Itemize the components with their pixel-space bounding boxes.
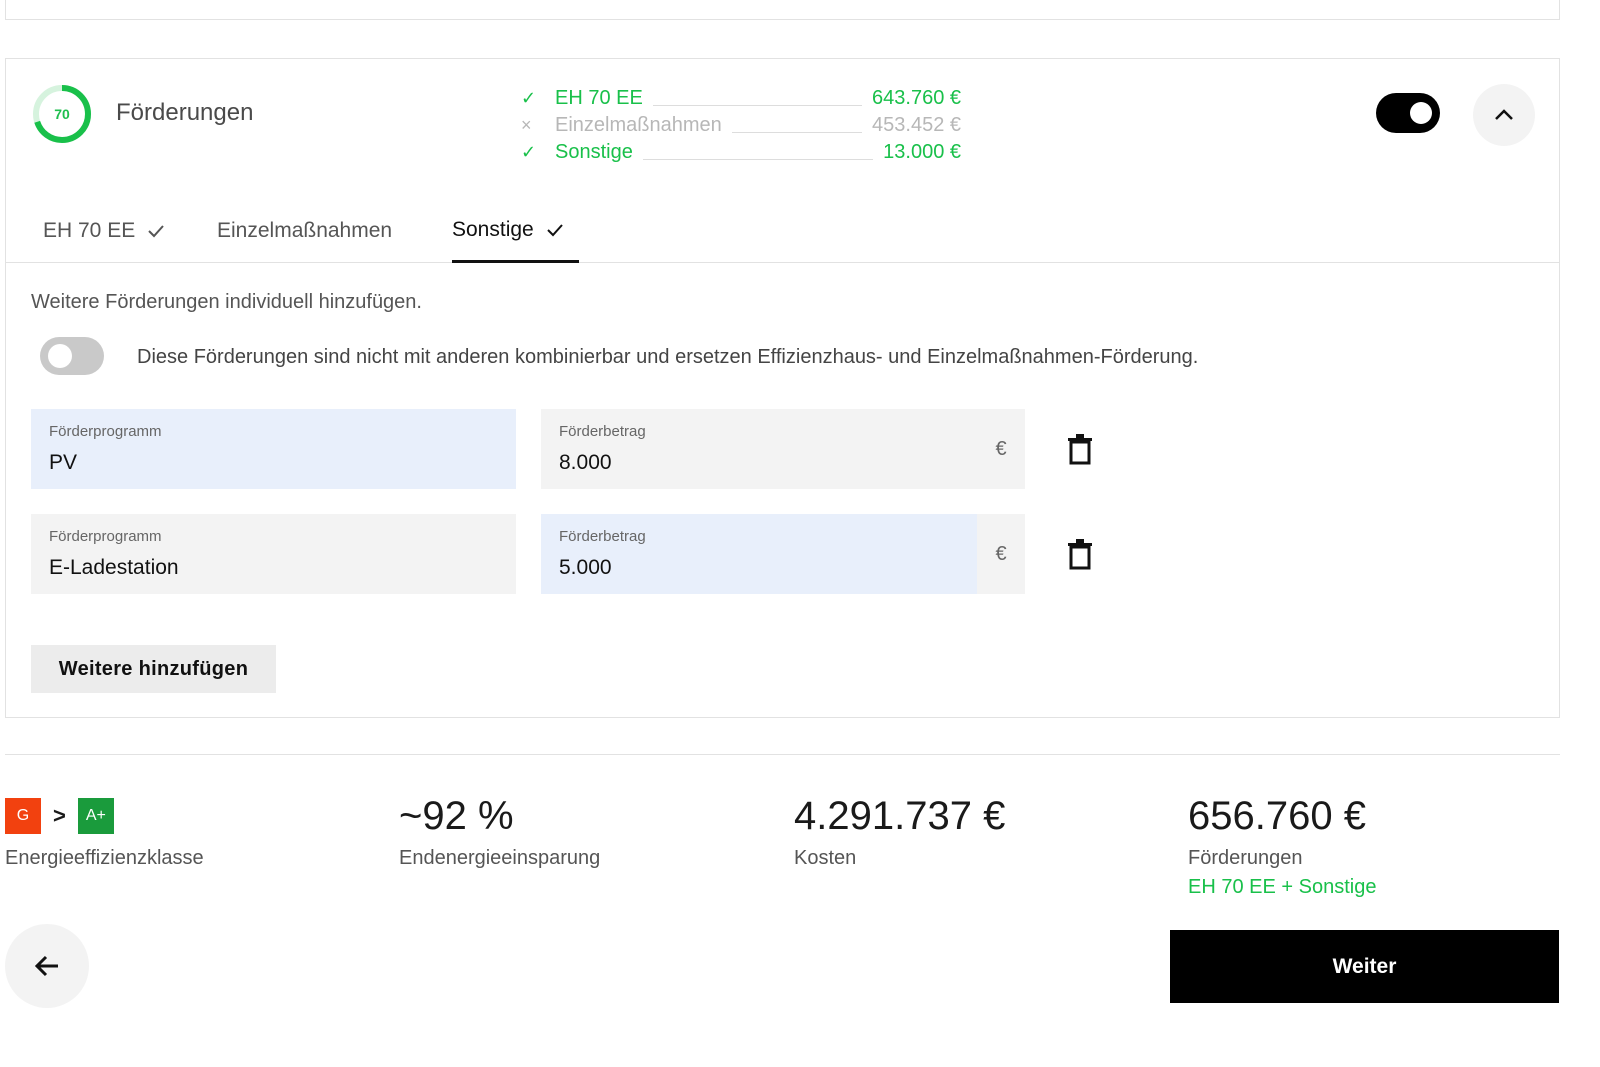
sonstige-intro: Weitere Förderungen individuell hinzufüg… <box>31 291 422 313</box>
toggle-knob <box>1410 102 1432 124</box>
amount-field[interactable]: Förderbetrag 5.000 € <box>541 514 1025 594</box>
summary-amount: 13.000 € <box>883 141 961 163</box>
previous-card-bottom <box>5 0 1560 20</box>
program-field[interactable]: Förderprogramm PV <box>31 409 516 489</box>
stat-value: 4.291.737 € <box>794 794 1006 838</box>
stat-cost: 4.291.737 € Kosten <box>794 793 1005 870</box>
exclusive-funding-toggle[interactable] <box>40 337 104 375</box>
cross-icon: × <box>521 115 532 135</box>
field-value: PV <box>49 451 78 474</box>
summary-row-sonstige: ✓ Sonstige 13.000 € <box>521 139 961 166</box>
amount-field[interactable]: Förderbetrag 8.000 € <box>541 409 1025 489</box>
summary-name: EH 70 EE <box>555 87 643 109</box>
delete-row-button[interactable] <box>1062 429 1098 469</box>
next-button[interactable]: Weiter <box>1170 930 1559 1003</box>
tab-label: Einzelmaßnahmen <box>217 219 393 242</box>
tab-label: EH 70 EE <box>43 219 136 242</box>
add-more-button[interactable]: Weitere hinzufügen <box>31 645 276 693</box>
stat-value: 656.760 € <box>1188 794 1366 838</box>
delete-row-button[interactable] <box>1062 534 1098 574</box>
foerderungen-card: 70 Förderungen ✓ EH 70 EE 643.760 € × Ei… <box>5 58 1560 718</box>
chevron-up-icon <box>1495 109 1513 120</box>
field-value: 5.000 <box>559 556 612 579</box>
stat-value: ~92 % <box>399 794 514 838</box>
card-title: Förderungen <box>116 99 254 126</box>
field-label: Förderbetrag <box>559 423 646 440</box>
trash-icon <box>1068 434 1092 465</box>
funding-summary: ✓ EH 70 EE 643.760 € × Einzelmaßnahmen 4… <box>521 85 961 166</box>
summary-amount: 453.452 € <box>872 114 961 136</box>
funding-tabs: EH 70 EE Einzelmaßnahmen Sonstige <box>6 199 1559 263</box>
field-label: Förderbetrag <box>559 528 646 545</box>
leader-line <box>642 146 874 160</box>
check-icon <box>546 223 564 237</box>
class-to-badge: A+ <box>77 798 114 834</box>
progress-ring-value: 70 <box>54 106 70 122</box>
arrow-left-icon <box>34 955 58 977</box>
arrow-right-icon: > <box>53 803 66 828</box>
summary-amount: 643.760 € <box>872 87 961 109</box>
funding-enabled-toggle[interactable] <box>1376 93 1440 133</box>
back-button[interactable] <box>5 924 89 1008</box>
trash-icon <box>1068 539 1092 570</box>
stat-caption: Endenergieeinsparung <box>399 847 601 869</box>
stat-caption: Energieeffizienzklasse <box>5 847 204 869</box>
summary-name: Sonstige <box>555 141 633 163</box>
exclusive-funding-description: Diese Förderungen sind nicht mit anderen… <box>137 346 1199 368</box>
leader-line <box>652 92 863 106</box>
check-icon <box>147 224 165 238</box>
class-from-badge: G <box>5 798 41 834</box>
section-divider <box>5 754 1560 755</box>
check-icon: ✓ <box>521 142 537 162</box>
tab-eh70ee[interactable]: EH 70 EE <box>43 199 165 263</box>
tab-einzelmassnahmen[interactable]: Einzelmaßnahmen <box>217 199 392 263</box>
collapse-button[interactable] <box>1473 84 1535 146</box>
stat-funding: 656.760 € Förderungen EH 70 EE + Sonstig… <box>1188 793 1376 899</box>
check-icon: ✓ <box>521 88 537 108</box>
field-value: 8.000 <box>559 451 612 474</box>
stat-caption: Kosten <box>794 847 857 869</box>
tab-sonstige[interactable]: Sonstige <box>452 199 579 263</box>
program-field[interactable]: Förderprogramm E-Ladestation <box>31 514 516 594</box>
summary-row-einzelmassnahmen: × Einzelmaßnahmen 453.452 € <box>521 112 961 139</box>
summary-name: Einzelmaßnahmen <box>555 114 722 136</box>
euro-unit: € <box>977 514 1025 594</box>
field-label: Förderprogramm <box>49 528 162 545</box>
field-value: E-Ladestation <box>49 556 179 579</box>
toggle-knob <box>48 344 72 368</box>
euro-unit: € <box>977 409 1025 489</box>
tab-label: Sonstige <box>452 217 534 241</box>
stat-caption: Förderungen <box>1188 847 1303 869</box>
field-label: Förderprogramm <box>49 423 162 440</box>
leader-line <box>731 119 863 133</box>
stat-subcaption: EH 70 EE + Sonstige <box>1188 876 1377 898</box>
summary-row-eh70: ✓ EH 70 EE 643.760 € <box>521 85 961 112</box>
stat-energy-class: G > A+ Energieeffizienzklasse <box>5 793 204 870</box>
stat-savings: ~92 % Endenergieeinsparung <box>399 793 600 870</box>
energy-class-badges: G > A+ <box>5 793 204 839</box>
